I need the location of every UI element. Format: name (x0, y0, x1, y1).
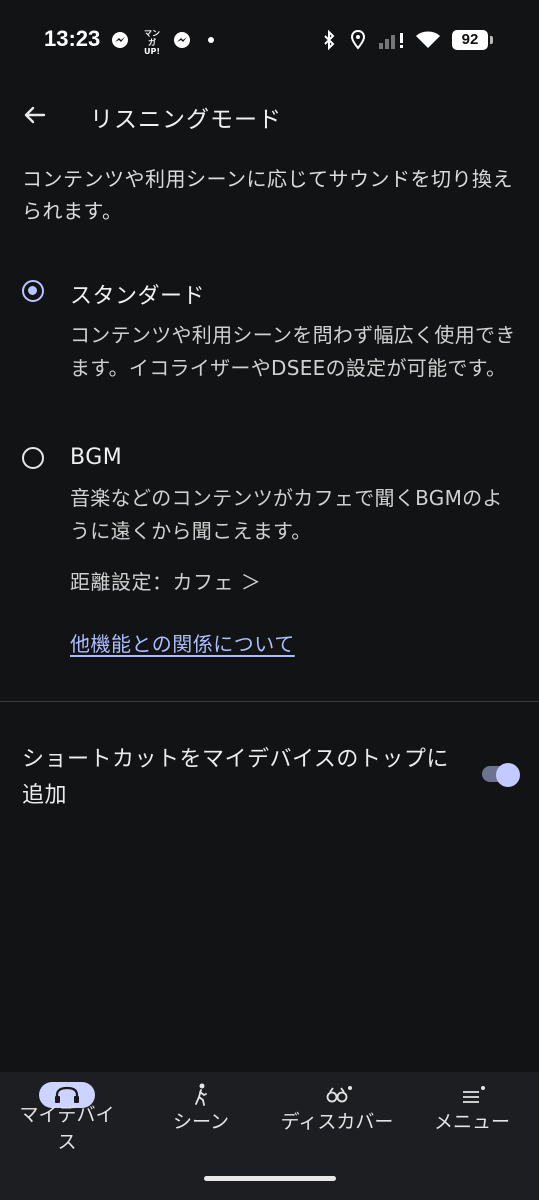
option-standard-label[interactable]: スタンダード (70, 278, 205, 310)
option-standard-description: コンテンツや利用シーンを問わず幅広く使用できます。イコライザーやDSEEの設定が… (70, 323, 516, 380)
messenger-icon (112, 32, 128, 48)
binoculars-icon (309, 1082, 365, 1108)
messenger-icon (174, 32, 190, 48)
walking-person-icon (173, 1082, 229, 1108)
status-time: 13:23 (44, 26, 101, 51)
nav-item-menu[interactable]: メニュー (405, 1072, 539, 1172)
location-icon (350, 30, 366, 50)
bluetooth-icon (324, 30, 335, 50)
back-arrow-icon[interactable] (20, 100, 50, 130)
distance-setting-link[interactable]: 距離設定：カフェ ＞ (70, 566, 261, 595)
manga-up-icon: マンガ UP! (143, 29, 160, 56)
signal-icon (379, 33, 403, 49)
notification-dot-icon (208, 37, 214, 43)
battery-tip (490, 36, 493, 44)
gesture-handle[interactable] (204, 1176, 336, 1181)
nav-item-scene[interactable]: シーン (134, 1072, 268, 1172)
radio-bgm[interactable] (22, 447, 44, 469)
shortcut-label: ショートカットをマイデバイスのトップに追加 (22, 747, 449, 808)
page-description: コンテンツや利用シーンに応じてサウンドを切り換えられます。 (22, 167, 513, 223)
nav-item-my-device[interactable]: マイデバイス (0, 1072, 134, 1172)
nav-item-discover[interactable]: ディスカバー (270, 1072, 404, 1172)
app-bar: リスニングモード (0, 80, 539, 152)
option-bgm-description: 音楽などのコンテンツがカフェで聞くBGMのように遠くから聞こえます。 (70, 486, 503, 543)
divider (0, 701, 539, 702)
wifi-icon (416, 31, 440, 48)
radio-standard[interactable] (22, 280, 44, 302)
nav-label-my-device: マイデバイス (19, 1104, 115, 1153)
relation-link[interactable]: 他機能との関係について (70, 628, 295, 657)
battery-level: 92 (452, 30, 488, 50)
nav-label-menu: メニュー (433, 1111, 510, 1133)
shortcut-toggle[interactable] (482, 763, 522, 787)
option-bgm-label[interactable]: BGM (70, 445, 122, 470)
toggle-thumb (496, 763, 520, 787)
status-bar: 13:23 マンガ UP! 92 (0, 0, 539, 80)
nav-label-discover: ディスカバー (280, 1111, 394, 1133)
page-title: リスニングモード (90, 107, 282, 133)
menu-icon (444, 1082, 500, 1108)
nav-label-scene: シーン (172, 1111, 230, 1133)
